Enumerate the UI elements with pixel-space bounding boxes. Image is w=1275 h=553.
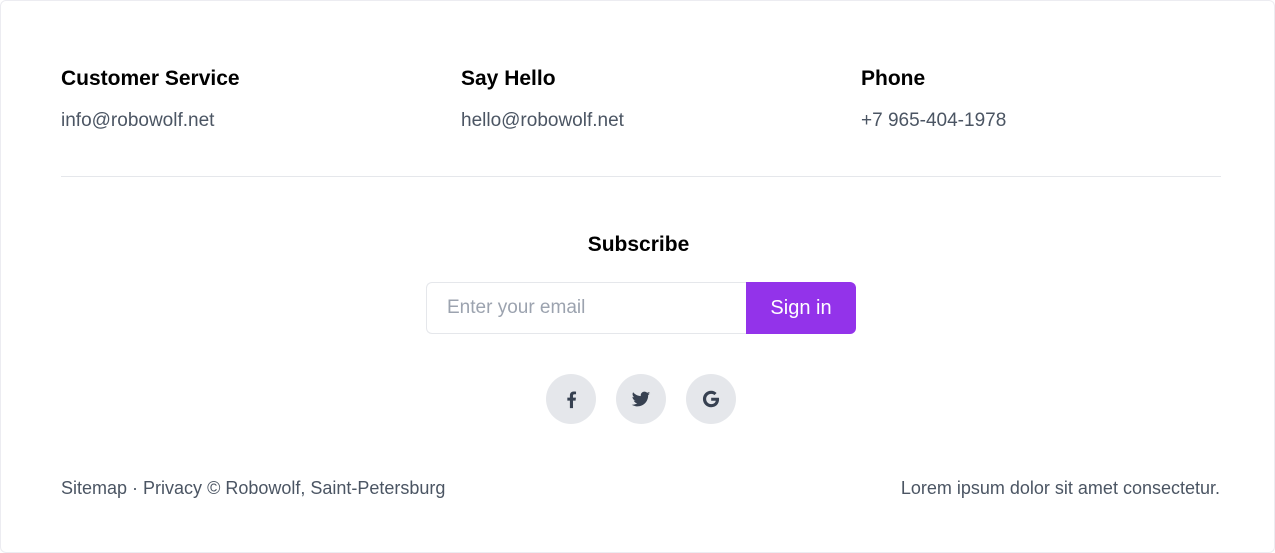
copyright-text: © Robowolf, Saint-Petersburg xyxy=(202,478,446,498)
footer-separator: · xyxy=(127,478,144,498)
footer-tagline: Lorem ipsum dolor sit amet consectetur. xyxy=(900,478,1220,498)
contact-phone-link[interactable]: +7 965-404-1978 xyxy=(861,108,1221,134)
sitemap-link[interactable]: Sitemap xyxy=(61,478,127,498)
twitter-button[interactable] xyxy=(616,374,666,424)
section-divider xyxy=(61,176,1221,177)
contact-title: Customer Service xyxy=(61,67,240,90)
subscribe-form: Sign in xyxy=(426,282,856,334)
privacy-link[interactable]: Privacy xyxy=(143,478,202,498)
footer-links: Sitemap · Privacy © Robowolf, Saint-Pete… xyxy=(61,476,445,500)
contact-say-hello: Say Hello hello@robowolf.net xyxy=(461,65,821,134)
email-input[interactable] xyxy=(426,282,748,334)
contact-email-link[interactable]: hello@robowolf.net xyxy=(461,108,821,134)
facebook-icon xyxy=(567,391,577,409)
contact-email-link[interactable]: info@robowolf.net xyxy=(61,108,421,134)
sign-in-button[interactable]: Sign in xyxy=(746,282,856,334)
google-button[interactable] xyxy=(686,374,736,424)
twitter-icon xyxy=(631,391,651,407)
contact-title: Say Hello xyxy=(461,67,556,90)
contact-section: Customer Service info@robowolf.net Say H… xyxy=(61,65,1221,145)
footer-page: Customer Service info@robowolf.net Say H… xyxy=(0,0,1275,553)
google-icon xyxy=(702,390,720,408)
facebook-button[interactable] xyxy=(546,374,596,424)
contact-title: Phone xyxy=(861,67,926,90)
contact-phone: Phone +7 965-404-1978 xyxy=(861,65,1221,134)
contact-customer-service: Customer Service info@robowolf.net xyxy=(61,65,421,134)
social-links xyxy=(546,374,736,424)
subscribe-title: Subscribe xyxy=(587,233,690,256)
